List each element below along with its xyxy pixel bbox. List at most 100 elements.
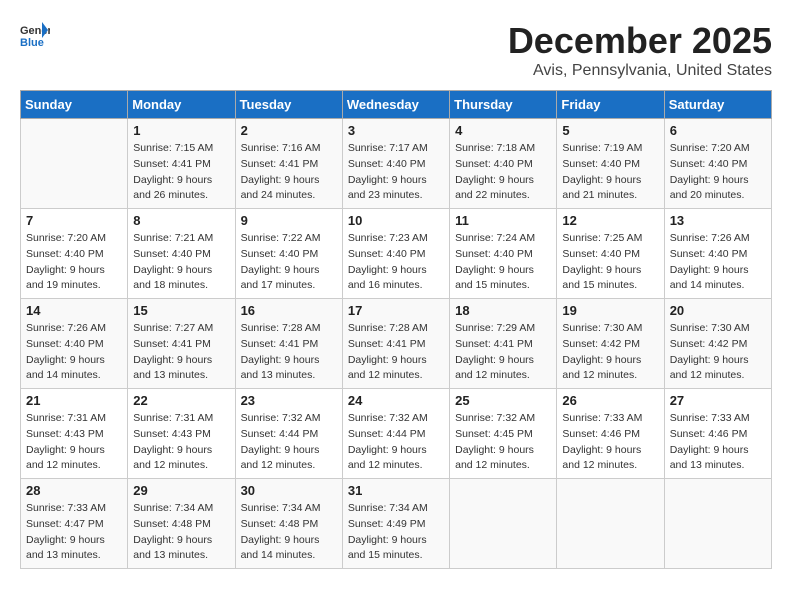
- day-info: Sunrise: 7:33 AMSunset: 4:46 PMDaylight:…: [562, 411, 658, 474]
- day-info: Sunrise: 7:30 AMSunset: 4:42 PMDaylight:…: [670, 321, 766, 384]
- calendar-day-cell: 19 Sunrise: 7:30 AMSunset: 4:42 PMDayligh…: [557, 299, 664, 389]
- day-number: 4: [455, 123, 551, 138]
- day-number: 27: [670, 393, 766, 408]
- calendar-day-cell: 20 Sunrise: 7:30 AMSunset: 4:42 PMDayligh…: [664, 299, 771, 389]
- day-number: 1: [133, 123, 229, 138]
- calendar-day-cell: 14 Sunrise: 7:26 AMSunset: 4:40 PMDayligh…: [21, 299, 128, 389]
- calendar-day-cell: 4 Sunrise: 7:18 AMSunset: 4:40 PMDaylight…: [450, 119, 557, 209]
- day-info: Sunrise: 7:21 AMSunset: 4:40 PMDaylight:…: [133, 231, 229, 294]
- calendar-day-cell: 29Sunrise: 7:34 AMSunset: 4:48 PMDayligh…: [128, 479, 235, 569]
- day-number: 12: [562, 213, 658, 228]
- calendar-title: December 2025: [508, 20, 772, 62]
- calendar-week-row: 1 Sunrise: 7:15 AMSunset: 4:41 PMDaylight…: [21, 119, 772, 209]
- day-number: 19: [562, 303, 658, 318]
- day-info: Sunrise: 7:29 AMSunset: 4:41 PMDaylight:…: [455, 321, 551, 384]
- header: General Blue December 2025 Avis, Pennsyl…: [20, 20, 772, 80]
- day-info: Sunrise: 7:34 AMSunset: 4:48 PMDaylight:…: [133, 501, 229, 564]
- calendar-subtitle: Avis, Pennsylvania, United States: [508, 62, 772, 80]
- calendar-day-cell: 10Sunrise: 7:23 AMSunset: 4:40 PMDayligh…: [342, 209, 449, 299]
- day-info: Sunrise: 7:24 AMSunset: 4:40 PMDaylight:…: [455, 231, 551, 294]
- day-info: Sunrise: 7:30 AMSunset: 4:42 PMDaylight:…: [562, 321, 658, 384]
- day-info: Sunrise: 7:34 AMSunset: 4:48 PMDaylight:…: [241, 501, 337, 564]
- day-info: Sunrise: 7:17 AMSunset: 4:40 PMDaylight:…: [348, 141, 444, 204]
- weekday-header-row: SundayMondayTuesdayWednesdayThursdayFrid…: [21, 91, 772, 119]
- day-info: Sunrise: 7:25 AMSunset: 4:40 PMDaylight:…: [562, 231, 658, 294]
- day-info: Sunrise: 7:20 AMSunset: 4:40 PMDaylight:…: [670, 141, 766, 204]
- calendar-day-cell: 22 Sunrise: 7:31 AMSunset: 4:43 PMDayligh…: [128, 389, 235, 479]
- day-info: Sunrise: 7:15 AMSunset: 4:41 PMDaylight:…: [133, 141, 229, 204]
- day-number: 26: [562, 393, 658, 408]
- calendar-day-cell: 3 Sunrise: 7:17 AMSunset: 4:40 PMDaylight…: [342, 119, 449, 209]
- day-number: 25: [455, 393, 551, 408]
- day-info: Sunrise: 7:28 AMSunset: 4:41 PMDaylight:…: [241, 321, 337, 384]
- day-info: Sunrise: 7:28 AMSunset: 4:41 PMDaylight:…: [348, 321, 444, 384]
- calendar-day-cell: [21, 119, 128, 209]
- calendar-day-cell: 9 Sunrise: 7:22 AMSunset: 4:40 PMDaylight…: [235, 209, 342, 299]
- title-area: December 2025 Avis, Pennsylvania, United…: [508, 20, 772, 80]
- calendar-day-cell: 1 Sunrise: 7:15 AMSunset: 4:41 PMDaylight…: [128, 119, 235, 209]
- day-number: 9: [241, 213, 337, 228]
- calendar-week-row: 14 Sunrise: 7:26 AMSunset: 4:40 PMDayligh…: [21, 299, 772, 389]
- calendar-day-cell: 2Sunrise: 7:16 AMSunset: 4:41 PMDaylight…: [235, 119, 342, 209]
- weekday-header-tuesday: Tuesday: [235, 91, 342, 119]
- calendar-day-cell: [450, 479, 557, 569]
- day-info: Sunrise: 7:31 AMSunset: 4:43 PMDaylight:…: [133, 411, 229, 474]
- day-info: Sunrise: 7:23 AMSunset: 4:40 PMDaylight:…: [348, 231, 444, 294]
- calendar-week-row: 28 Sunrise: 7:33 AMSunset: 4:47 PMDayligh…: [21, 479, 772, 569]
- day-number: 3: [348, 123, 444, 138]
- day-info: Sunrise: 7:32 AMSunset: 4:44 PMDaylight:…: [241, 411, 337, 474]
- day-number: 17: [348, 303, 444, 318]
- calendar-day-cell: [664, 479, 771, 569]
- day-number: 13: [670, 213, 766, 228]
- day-info: Sunrise: 7:27 AMSunset: 4:41 PMDaylight:…: [133, 321, 229, 384]
- weekday-header-thursday: Thursday: [450, 91, 557, 119]
- calendar-day-cell: 26 Sunrise: 7:33 AMSunset: 4:46 PMDayligh…: [557, 389, 664, 479]
- day-number: 6: [670, 123, 766, 138]
- day-number: 14: [26, 303, 122, 318]
- calendar-day-cell: 17 Sunrise: 7:28 AMSunset: 4:41 PMDayligh…: [342, 299, 449, 389]
- calendar-day-cell: 7 Sunrise: 7:20 AMSunset: 4:40 PMDaylight…: [21, 209, 128, 299]
- calendar-day-cell: 6 Sunrise: 7:20 AMSunset: 4:40 PMDaylight…: [664, 119, 771, 209]
- calendar-day-cell: 21Sunrise: 7:31 AMSunset: 4:43 PMDayligh…: [21, 389, 128, 479]
- day-number: 28: [26, 483, 122, 498]
- calendar-week-row: 21 Sunrise: 7:31 AMSunset: 4:43 PMDayligh…: [21, 389, 772, 479]
- calendar-day-cell: 23Sunrise: 7:32 AMSunset: 4:44 PMDayligh…: [235, 389, 342, 479]
- calendar-day-cell: 24Sunrise: 7:32 AMSunset: 4:44 PMDayligh…: [342, 389, 449, 479]
- svg-text:Blue: Blue: [20, 37, 44, 49]
- weekday-header-monday: Monday: [128, 91, 235, 119]
- day-info: Sunrise: 7:19 AMSunset: 4:40 PMDaylight:…: [562, 141, 658, 204]
- calendar-day-cell: 5Sunrise: 7:19 AMSunset: 4:40 PMDaylight…: [557, 119, 664, 209]
- calendar-day-cell: [557, 479, 664, 569]
- calendar-day-cell: 27 Sunrise: 7:33 AMSunset: 4:46 PMDayligh…: [664, 389, 771, 479]
- day-info: Sunrise: 7:26 AMSunset: 4:40 PMDaylight:…: [670, 231, 766, 294]
- day-info: Sunrise: 7:33 AMSunset: 4:46 PMDaylight:…: [670, 411, 766, 474]
- day-info: Sunrise: 7:26 AMSunset: 4:40 PMDaylight:…: [26, 321, 122, 384]
- day-number: 30: [241, 483, 337, 498]
- day-number: 20: [670, 303, 766, 318]
- calendar-day-cell: 11Sunrise: 7:24 AMSunset: 4:40 PMDayligh…: [450, 209, 557, 299]
- weekday-header-wednesday: Wednesday: [342, 91, 449, 119]
- day-number: 18: [455, 303, 551, 318]
- day-number: 22: [133, 393, 229, 408]
- calendar-day-cell: 18 Sunrise: 7:29 AMSunset: 4:41 PMDayligh…: [450, 299, 557, 389]
- day-number: 8: [133, 213, 229, 228]
- calendar-day-cell: 13 Sunrise: 7:26 AMSunset: 4:40 PMDayligh…: [664, 209, 771, 299]
- day-number: 31: [348, 483, 444, 498]
- calendar-day-cell: 8 Sunrise: 7:21 AMSunset: 4:40 PMDaylight…: [128, 209, 235, 299]
- calendar-day-cell: 12 Sunrise: 7:25 AMSunset: 4:40 PMDayligh…: [557, 209, 664, 299]
- calendar-week-row: 7 Sunrise: 7:20 AMSunset: 4:40 PMDaylight…: [21, 209, 772, 299]
- calendar-day-cell: 31Sunrise: 7:34 AMSunset: 4:49 PMDayligh…: [342, 479, 449, 569]
- weekday-header-saturday: Saturday: [664, 91, 771, 119]
- day-info: Sunrise: 7:22 AMSunset: 4:40 PMDaylight:…: [241, 231, 337, 294]
- day-number: 7: [26, 213, 122, 228]
- calendar-day-cell: 15Sunrise: 7:27 AMSunset: 4:41 PMDayligh…: [128, 299, 235, 389]
- day-info: Sunrise: 7:20 AMSunset: 4:40 PMDaylight:…: [26, 231, 122, 294]
- logo: General Blue: [20, 20, 50, 50]
- day-info: Sunrise: 7:18 AMSunset: 4:40 PMDaylight:…: [455, 141, 551, 204]
- day-number: 2: [241, 123, 337, 138]
- day-info: Sunrise: 7:33 AMSunset: 4:47 PMDaylight:…: [26, 501, 122, 564]
- day-number: 21: [26, 393, 122, 408]
- weekday-header-friday: Friday: [557, 91, 664, 119]
- calendar-day-cell: 28 Sunrise: 7:33 AMSunset: 4:47 PMDayligh…: [21, 479, 128, 569]
- day-number: 24: [348, 393, 444, 408]
